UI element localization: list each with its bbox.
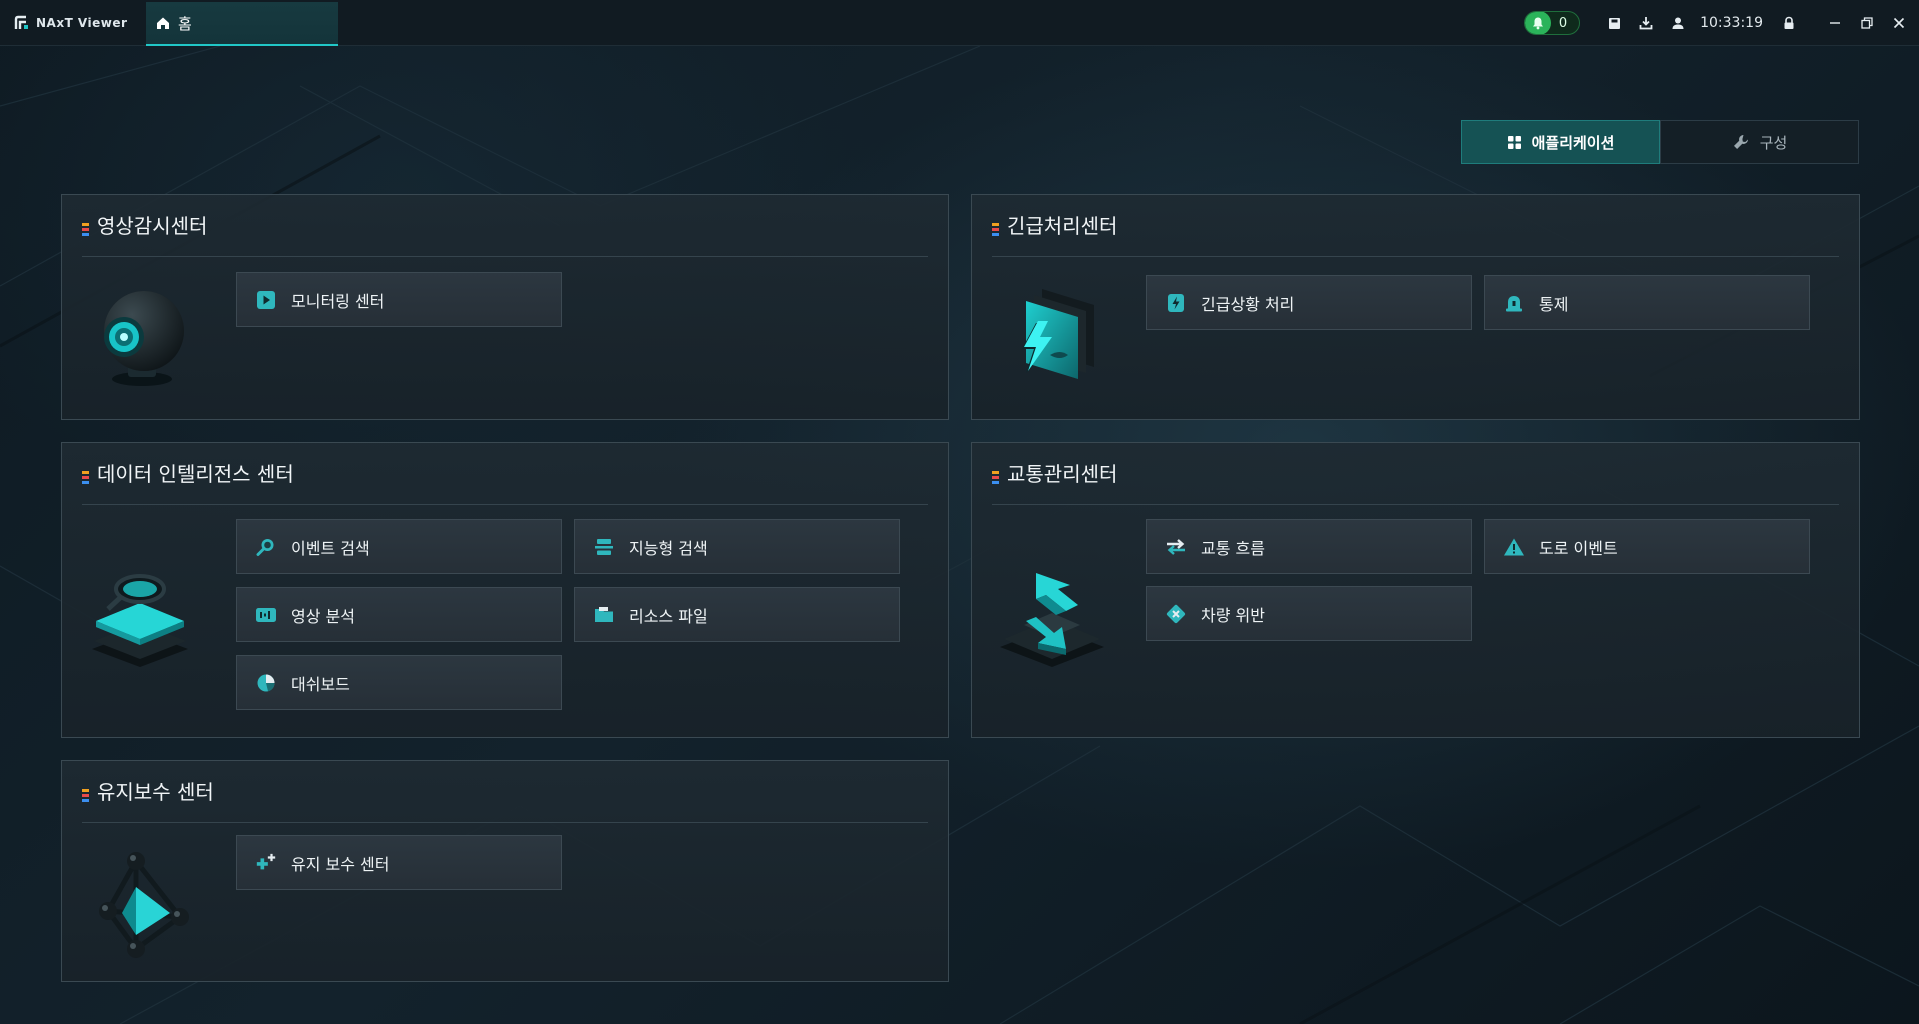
- config-toggle-label: 구성: [1759, 133, 1788, 152]
- panel-header: 데이터 인텔리전스 센터: [82, 461, 928, 505]
- menu-label: 유지 보수 센터: [291, 854, 390, 874]
- view-toggle: 애플리케이션 구성: [1461, 120, 1859, 164]
- panel-maintenance: 유지보수 센터 유지 보수 센터: [61, 760, 949, 982]
- pie-chart-icon: [255, 672, 277, 694]
- video-analysis-icon: [255, 604, 277, 626]
- panel-header: 영상감시센터: [82, 213, 928, 257]
- close-button[interactable]: [1883, 0, 1915, 46]
- menu-label: 영상 분석: [291, 606, 355, 626]
- menu-control[interactable]: 통제: [1484, 275, 1810, 330]
- grid-icon: [1507, 135, 1521, 149]
- title-accent-icon: [82, 471, 89, 484]
- siren-icon: [1503, 292, 1525, 314]
- menu-label: 리소스 파일: [629, 606, 708, 626]
- menu-monitoring-center[interactable]: 모니터링 센터: [236, 272, 562, 327]
- panel-title: 교통관리센터: [1007, 462, 1118, 486]
- title-bar: NAxT Viewer 홈 0 10:33:19: [0, 0, 1919, 46]
- minimize-button[interactable]: [1819, 0, 1851, 46]
- camera-sphere-icon: [104, 291, 184, 386]
- arrows-exchange-icon: [1165, 536, 1187, 558]
- home-icon: [157, 17, 169, 29]
- menu-label: 교통 흐름: [1201, 538, 1265, 558]
- user-icon: [1672, 17, 1684, 29]
- play-icon: [255, 289, 277, 311]
- menu-intelligent-search[interactable]: 지능형 검색: [574, 519, 900, 574]
- title-accent-icon: [992, 471, 999, 484]
- lock-button[interactable]: [1773, 0, 1805, 46]
- panel-header: 유지보수 센터: [82, 779, 928, 823]
- menu-event-search[interactable]: 이벤트 검색: [236, 519, 562, 574]
- tab-home-label: 홈: [178, 14, 192, 33]
- menu-label: 대쉬보드: [291, 674, 350, 694]
- notification-badge[interactable]: 0: [1523, 11, 1581, 35]
- panel-title: 영상감시센터: [97, 214, 208, 238]
- save-icon: [1608, 17, 1620, 29]
- panel-title: 긴급처리센터: [1007, 214, 1118, 238]
- menu-label: 차량 위반: [1201, 605, 1265, 625]
- data-layers-icon: [92, 574, 188, 667]
- traffic-flow-icon: [1000, 573, 1104, 667]
- config-toggle-button[interactable]: 구성: [1660, 120, 1859, 164]
- menu-dashboard[interactable]: 대쉬보드: [236, 655, 562, 710]
- menu-label: 지능형 검색: [629, 538, 708, 558]
- menu-road-event[interactable]: 도로 이벤트: [1484, 519, 1810, 574]
- download-button[interactable]: [1630, 0, 1662, 46]
- menu-resource-file[interactable]: 리소스 파일: [574, 587, 900, 642]
- menu-label: 긴급상황 처리: [1201, 294, 1295, 314]
- menu-maintenance-center[interactable]: 유지 보수 센터: [236, 835, 562, 890]
- emergency-stack-icon: [1022, 289, 1094, 379]
- bell-icon: [1532, 17, 1543, 30]
- panel-header: 긴급처리센터: [992, 213, 1839, 257]
- user-button[interactable]: [1662, 0, 1694, 46]
- menu-label: 도로 이벤트: [1539, 538, 1618, 558]
- applications-toggle-label: 애플리케이션: [1531, 133, 1615, 152]
- notification-count: 0: [1558, 15, 1568, 31]
- clock: 10:33:19: [1700, 15, 1763, 31]
- naxt-logo-icon: [14, 15, 28, 29]
- menu-traffic-flow[interactable]: 교통 흐름: [1146, 519, 1472, 574]
- menu-label: 이벤트 검색: [291, 538, 370, 558]
- panel-data-intelligence: 데이터 인텔리전스 센터 이벤트 검색 지능형 검색 영상 분석 리소스 파일 …: [61, 442, 949, 738]
- title-accent-icon: [82, 223, 89, 236]
- minimize-icon: [1830, 22, 1840, 24]
- lightning-icon: [1165, 292, 1187, 314]
- tools-plus-icon: [255, 852, 277, 874]
- menu-emergency-handling[interactable]: 긴급상황 처리: [1146, 275, 1472, 330]
- restore-button[interactable]: [1851, 0, 1883, 46]
- warning-icon: [1503, 536, 1525, 558]
- panel-header: 교통관리센터: [992, 461, 1839, 505]
- violation-icon: [1165, 603, 1187, 625]
- scanner-icon: [593, 536, 615, 558]
- app-title: NAxT Viewer: [36, 15, 128, 30]
- menu-label: 모니터링 센터: [291, 291, 385, 311]
- panel-title: 유지보수 센터: [97, 780, 214, 804]
- menu-label: 통제: [1539, 294, 1569, 314]
- folder-icon: [593, 604, 615, 626]
- save-button[interactable]: [1598, 0, 1630, 46]
- maintenance-network-icon: [99, 852, 189, 958]
- panel-traffic: 교통관리센터 교통 흐름 도로 이벤트 차량 위반: [971, 442, 1860, 738]
- menu-vehicle-violation[interactable]: 차량 위반: [1146, 586, 1472, 641]
- download-icon: [1639, 17, 1653, 30]
- panel-video-surveillance: 영상감시센터 모니터링 센터: [61, 194, 949, 420]
- wrench-icon: [1733, 135, 1748, 149]
- panel-title: 데이터 인텔리전스 센터: [97, 462, 294, 486]
- restore-icon: [1861, 17, 1873, 29]
- tab-home[interactable]: 홈: [146, 2, 338, 46]
- search-icon: [255, 536, 277, 558]
- close-icon: [1893, 17, 1905, 29]
- menu-video-analysis[interactable]: 영상 분석: [236, 587, 562, 642]
- title-accent-icon: [82, 789, 89, 802]
- app-logo: NAxT Viewer: [0, 15, 146, 31]
- lock-icon: [1784, 16, 1794, 29]
- panel-emergency: 긴급처리센터 긴급상황 처리 통제: [971, 194, 1860, 420]
- applications-toggle-button[interactable]: 애플리케이션: [1461, 120, 1660, 164]
- title-accent-icon: [992, 223, 999, 236]
